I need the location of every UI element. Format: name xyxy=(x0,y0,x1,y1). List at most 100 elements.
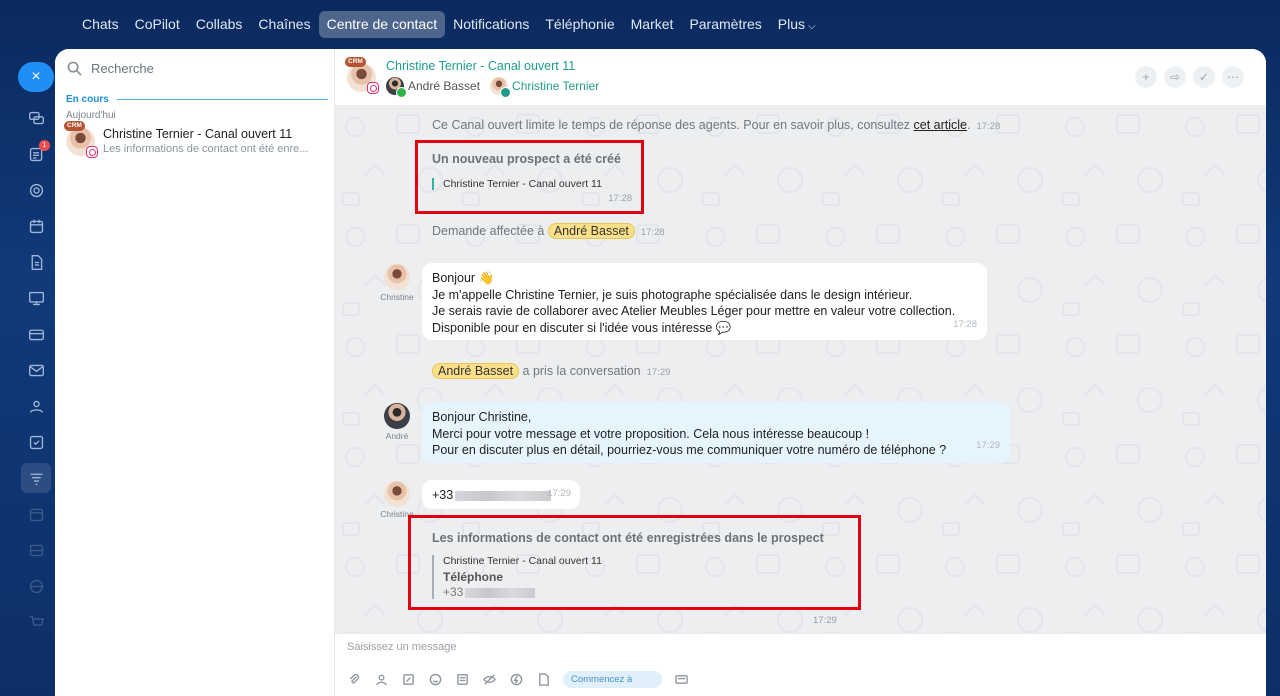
avatar[interactable]: CRM xyxy=(345,57,379,94)
message-time: 17:29 xyxy=(813,615,837,626)
message-line: Bonjour Christine, xyxy=(432,410,532,424)
chat-header: CRM Christine Ternier - Canal ouvert 11 … xyxy=(335,49,1266,105)
author-name: Christine xyxy=(380,292,414,302)
client-message[interactable]: Bonjour 👋 Je m'appelle Christine Ternier… xyxy=(422,263,987,340)
crm-badge: CRM xyxy=(345,57,366,67)
participants: André Basset Christine Ternier xyxy=(386,77,599,98)
board-icon[interactable] xyxy=(26,288,46,308)
search-bar xyxy=(67,61,291,76)
section-divider xyxy=(116,99,328,100)
header-actions: + ⇨ ✓ ⋯ xyxy=(1135,66,1244,88)
schedule-icon[interactable] xyxy=(26,504,46,524)
search-icon xyxy=(67,61,82,76)
close-button[interactable]: × xyxy=(18,62,54,92)
search-input[interactable] xyxy=(91,61,291,76)
highlight-box xyxy=(408,515,861,610)
message-author: André xyxy=(375,403,419,441)
author-name: André xyxy=(385,431,409,441)
file-icon[interactable] xyxy=(536,672,551,687)
conversation-name: Christine Ternier - Canal ouvert 11 xyxy=(103,127,293,141)
nav-more[interactable]: Plus ⌵ xyxy=(770,11,824,38)
top-navigation: Chats CoPilot Collabs Chaînes Centre de … xyxy=(74,11,824,38)
hide-icon[interactable] xyxy=(482,672,497,687)
add-icon[interactable]: + xyxy=(1135,66,1157,88)
assigned-notice: Demande affectée à André Basset 17:28 xyxy=(432,223,665,239)
storage-icon[interactable] xyxy=(26,540,46,560)
chat-bubbles-icon[interactable] xyxy=(26,108,46,128)
tasks-icon[interactable] xyxy=(26,432,46,452)
transfer-icon[interactable]: ⇨ xyxy=(1164,66,1186,88)
chat-area: CRM Christine Ternier - Canal ouvert 11 … xyxy=(335,49,1266,696)
main-panel: En cours Aujourd'hui CRM Christine Terni… xyxy=(55,49,1266,696)
message-line: Merci pour votre message et votre propos… xyxy=(432,426,870,441)
nav-chaines[interactable]: Chaînes xyxy=(250,11,318,38)
calendar-icon[interactable] xyxy=(26,216,46,236)
crown-icon xyxy=(396,87,407,98)
nav-copilot[interactable]: CoPilot xyxy=(127,11,188,38)
cart-icon[interactable] xyxy=(26,612,46,632)
channel-icon xyxy=(500,87,512,98)
avatar xyxy=(386,77,407,98)
message-time: 17:28 xyxy=(640,227,665,238)
conversation-preview: Les informations de contact ont été enre… xyxy=(103,143,309,155)
message-line: Pour en discuter plus en détail, pourrie… xyxy=(432,443,947,457)
crm-badge: CRM xyxy=(64,121,85,131)
more-icon[interactable]: ⋯ xyxy=(1222,66,1244,88)
lightning-icon[interactable] xyxy=(509,672,524,687)
message-list[interactable]: Ce Canal ouvert limite le temps de répon… xyxy=(335,105,1266,633)
section-header: En cours xyxy=(66,94,328,105)
redacted-number xyxy=(455,490,552,501)
composer-toolbar: Commencez à xyxy=(347,671,689,688)
avatar[interactable] xyxy=(384,481,410,507)
document-icon[interactable] xyxy=(26,252,46,272)
avatar[interactable] xyxy=(384,264,410,290)
emoji-icon[interactable] xyxy=(428,672,443,687)
user-icon[interactable] xyxy=(374,672,389,687)
phone-prefix: +33 xyxy=(432,488,454,502)
contacts-icon[interactable] xyxy=(26,396,46,416)
article-link[interactable]: cet article xyxy=(914,118,968,132)
mail-icon[interactable] xyxy=(26,360,46,380)
assigned-text: Demande affectée à xyxy=(432,224,548,238)
funnel-icon[interactable] xyxy=(21,463,51,493)
message-line: Bonjour 👋 xyxy=(432,271,495,285)
chevron-down-icon: ⌵ xyxy=(808,21,816,32)
nav-collabs[interactable]: Collabs xyxy=(188,11,251,38)
participant-agent[interactable]: André Basset xyxy=(408,79,480,93)
avatar xyxy=(490,77,512,98)
nav-contact-center[interactable]: Centre de contact xyxy=(318,11,446,38)
start-button[interactable]: Commencez à xyxy=(563,671,663,688)
card-icon[interactable] xyxy=(26,324,46,344)
message-time: 17:29 xyxy=(976,439,1000,451)
nav-chats[interactable]: Chats xyxy=(74,11,127,38)
chat-title[interactable]: Christine Ternier - Canal ouvert 11 xyxy=(386,59,575,73)
agent-mention[interactable]: André Basset xyxy=(547,223,635,239)
message-author: Christine xyxy=(375,481,419,519)
channel-notice: Ce Canal ouvert limite le temps de répon… xyxy=(432,118,1000,132)
avatar[interactable] xyxy=(384,403,410,429)
finish-icon[interactable]: ✓ xyxy=(1193,66,1215,88)
edit-icon[interactable] xyxy=(401,672,416,687)
globe-icon[interactable] xyxy=(26,576,46,596)
message-input[interactable] xyxy=(347,641,947,659)
nav-market[interactable]: Market xyxy=(623,11,682,38)
notification-badge: 1 xyxy=(39,140,50,151)
agent-mention[interactable]: André Basset xyxy=(432,363,520,379)
agent-message[interactable]: Bonjour Christine, Merci pour votre mess… xyxy=(422,402,1010,463)
target-icon[interactable] xyxy=(26,180,46,200)
message-author: Christine xyxy=(375,264,419,302)
nav-notifications[interactable]: Notifications xyxy=(445,11,537,38)
template-icon[interactable] xyxy=(455,672,470,687)
attach-icon[interactable] xyxy=(347,672,362,687)
message-line: Je m'appelle Christine Ternier, je suis … xyxy=(432,287,913,302)
conversation-item[interactable]: CRM Christine Ternier - Canal ouvert 11 … xyxy=(64,121,328,158)
nav-settings[interactable]: Paramètres xyxy=(681,11,769,38)
phone-message[interactable]: +33 17:29 xyxy=(422,480,580,509)
conversation-sidebar: En cours Aujourd'hui CRM Christine Terni… xyxy=(55,49,335,696)
instagram-icon xyxy=(86,146,98,158)
participant-client[interactable]: Christine Ternier xyxy=(512,79,599,93)
feed-icon[interactable]: 1 xyxy=(26,140,50,164)
nav-telephony[interactable]: Téléphonie xyxy=(537,11,622,38)
instagram-icon xyxy=(367,82,379,94)
chat-window-icon[interactable] xyxy=(674,672,689,687)
